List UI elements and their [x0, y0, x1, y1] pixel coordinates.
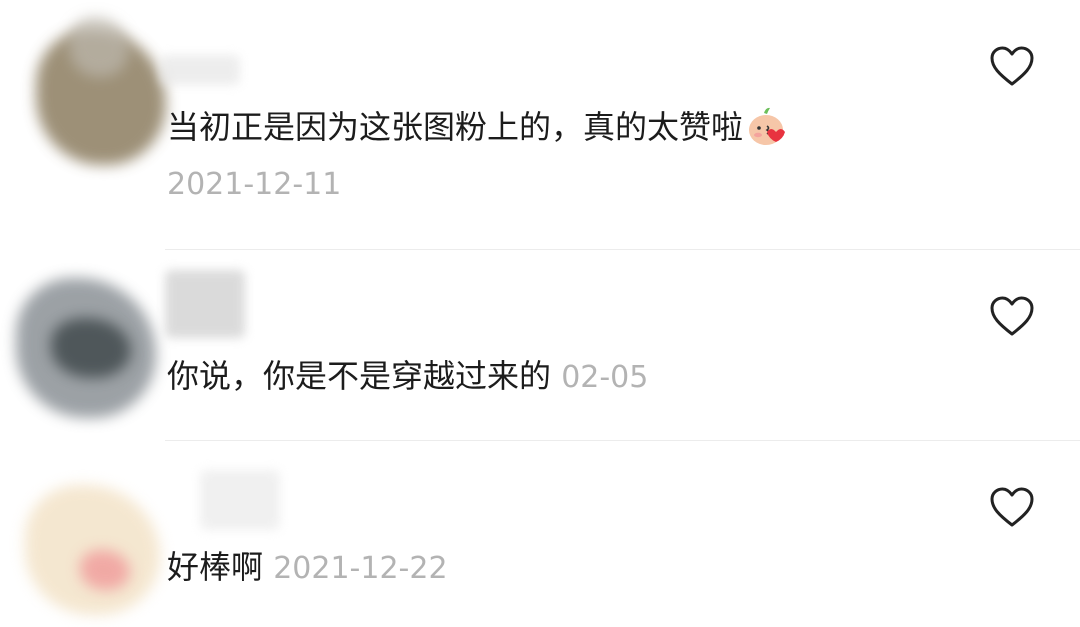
- blushing-peach-emoji: [745, 104, 789, 148]
- username-blur: [165, 270, 245, 338]
- avatar-blur: [69, 17, 129, 77]
- heart-outline-icon[interactable]: [989, 486, 1035, 528]
- avatar[interactable]: [14, 12, 166, 165]
- username-blur: [160, 55, 240, 85]
- comment-text: 当初正是因为这张图粉上的，真的太赞啦: [167, 107, 789, 151]
- heart-outline-icon[interactable]: [989, 295, 1035, 337]
- avatar-blur: [80, 550, 130, 590]
- comment-text-content: 好棒啊: [167, 548, 264, 586]
- avatar[interactable]: [10, 460, 160, 615]
- comment-item: 你说，你是不是穿越过来的 02-05: [0, 250, 1080, 440]
- comment-item: 好棒啊 2021-12-22: [0, 440, 1080, 627]
- comment-text: 你说，你是不是穿越过来的 02-05: [167, 356, 648, 398]
- comment-date: 2021-12-22: [273, 551, 448, 586]
- comment-item: 当初正是因为这张图粉上的，真的太赞啦 2021-12-11: [0, 0, 1080, 250]
- username-blur: [200, 470, 280, 530]
- avatar[interactable]: [6, 268, 156, 418]
- comment-text-content: 当初正是因为这张图粉上的，真的太赞啦: [167, 108, 744, 146]
- heart-outline-icon[interactable]: [989, 45, 1035, 87]
- comment-text: 好棒啊 2021-12-22: [167, 547, 448, 589]
- comment-text-content: 你说，你是不是穿越过来的: [167, 357, 552, 395]
- comment-date: 2021-12-11: [167, 167, 342, 202]
- comment-date: 02-05: [561, 360, 649, 395]
